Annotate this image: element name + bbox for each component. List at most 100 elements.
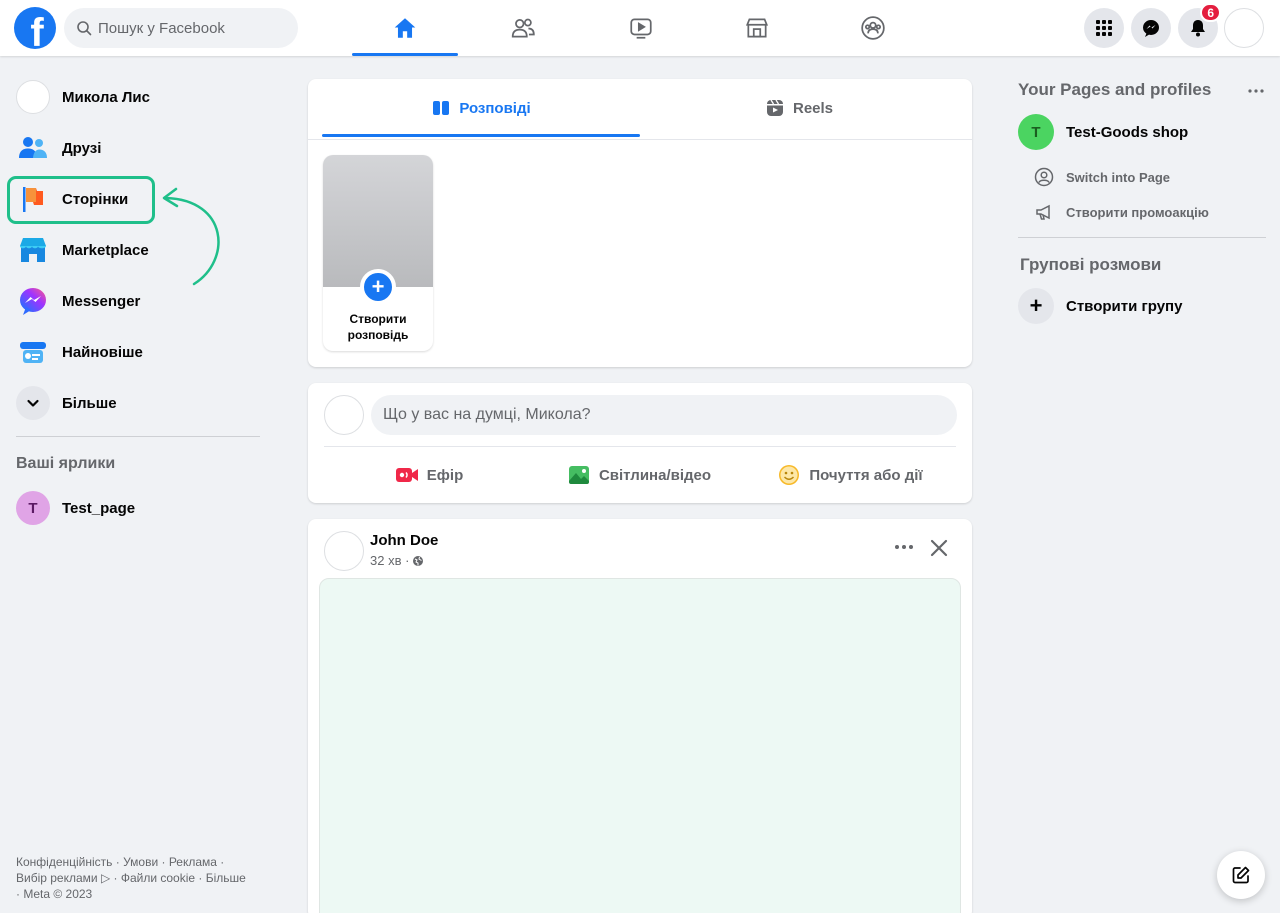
composer-input[interactable] xyxy=(371,395,957,435)
marketplace-icon xyxy=(745,18,769,38)
home-icon xyxy=(394,18,416,38)
reels-icon xyxy=(766,99,783,116)
friends-icon xyxy=(16,131,50,165)
pages-more-button[interactable] xyxy=(1248,80,1270,96)
sidebar-item-feeds[interactable]: Найновіше xyxy=(8,329,270,375)
tab-reels[interactable]: Reels xyxy=(640,79,958,137)
footer-links: Конфіденційність · Умови · Реклама · Виб… xyxy=(16,854,266,902)
search-input[interactable] xyxy=(98,19,288,37)
menu-button[interactable] xyxy=(1084,8,1124,48)
notification-badge: 6 xyxy=(1200,3,1221,22)
more-horizontal-icon xyxy=(895,545,913,549)
create-promotion-button[interactable]: Створити промоакцію xyxy=(1034,202,1209,222)
stories-card: Розповіді Reels + Створити розповідь xyxy=(308,79,972,367)
composer-divider xyxy=(324,446,956,447)
switch-into-page-button[interactable]: Switch into Page xyxy=(1034,167,1170,187)
sidebar-item-messenger[interactable]: Messenger xyxy=(8,278,270,324)
profile-avatar xyxy=(16,80,50,114)
smiley-icon xyxy=(779,465,800,485)
sidebar-item-label: Микола Лис xyxy=(62,88,150,106)
pages-profiles-title: Your Pages and profiles xyxy=(1018,80,1212,99)
live-video-button[interactable]: Ефір xyxy=(324,457,534,493)
live-video-label: Ефір xyxy=(426,466,464,484)
notifications-button[interactable]: 6 xyxy=(1178,3,1221,48)
footer-line[interactable]: Конфіденційність · Умови · Реклама · xyxy=(16,854,266,870)
active-tab-indicator xyxy=(322,134,640,137)
page-avatar: T xyxy=(1018,114,1054,150)
book-icon xyxy=(433,101,450,115)
story-preview xyxy=(323,155,433,287)
footer-line: · Meta © 2023 xyxy=(16,887,93,901)
live-video-icon xyxy=(395,468,418,482)
sidebar-item-profile[interactable]: Микола Лис xyxy=(8,74,270,120)
post-time[interactable]: 32 хв · xyxy=(370,553,409,568)
sidebar-item-more[interactable]: Більше xyxy=(8,380,270,426)
search-box[interactable] xyxy=(64,8,298,48)
facebook-logo-letter: f xyxy=(30,11,44,49)
create-story-label: Створити розповідь xyxy=(347,312,409,342)
tab-stories[interactable]: Розповіді xyxy=(322,79,640,137)
left-sidebar: Микола Лис Друзі Сторінки Marketplace Me… xyxy=(0,56,280,913)
post-more-button[interactable] xyxy=(890,537,918,557)
nav-tab-watch[interactable] xyxy=(588,0,694,56)
post-close-button[interactable] xyxy=(926,535,952,561)
sidebar-item-label: Друзі xyxy=(62,139,102,157)
feeds-icon xyxy=(16,335,50,369)
feed-post: John Doe 32 хв · xyxy=(308,519,972,913)
sidebar-divider xyxy=(16,436,260,437)
right-divider xyxy=(1018,237,1266,238)
watch-icon xyxy=(630,18,652,39)
chevron-down-icon xyxy=(16,386,50,420)
sidebar-item-marketplace[interactable]: Marketplace xyxy=(8,227,270,273)
photo-video-button[interactable]: Світлина/відео xyxy=(534,457,744,493)
plus-icon: + xyxy=(1018,288,1054,324)
post-content[interactable] xyxy=(319,578,961,913)
shortcut-item[interactable]: T Test_page xyxy=(8,485,270,531)
create-group-button[interactable]: + Створити групу xyxy=(1018,288,1182,324)
photo-icon xyxy=(568,466,589,484)
photo-video-label: Світлина/відео xyxy=(598,466,712,484)
nav-tab-groups[interactable] xyxy=(820,0,926,56)
plus-icon: + xyxy=(360,269,396,305)
post-meta: 32 хв · xyxy=(370,553,424,568)
page-item[interactable]: T Test-Goods shop xyxy=(1018,114,1188,150)
pages-highlight-frame xyxy=(7,176,155,224)
globe-icon xyxy=(413,555,424,566)
group-chats-title: Групові розмови xyxy=(1020,255,1162,274)
create-group-label: Створити групу xyxy=(1066,297,1183,315)
right-sidebar: Your Pages and profiles T Test-Goods sho… xyxy=(1004,56,1280,913)
nav-tab-marketplace[interactable] xyxy=(704,0,810,56)
facebook-logo[interactable]: f xyxy=(14,7,56,49)
messenger-icon xyxy=(1143,20,1159,37)
annotation-arrow-icon xyxy=(162,187,220,286)
search-icon xyxy=(77,21,92,36)
top-navigation-bar: f 6 xyxy=(0,0,1280,56)
tab-reels-label: Reels xyxy=(792,99,834,117)
create-story-card[interactable]: + Створити розповідь xyxy=(323,155,433,351)
post-author-avatar[interactable] xyxy=(324,531,364,571)
sidebar-item-label: Більше xyxy=(62,394,117,412)
feeling-activity-button[interactable]: Почуття або дії xyxy=(744,457,956,493)
footer-line[interactable]: Вибір реклами ▷ · Файли cookie · Більше xyxy=(16,870,266,886)
sidebar-item-friends[interactable]: Друзі xyxy=(8,125,270,171)
shortcuts-title: Ваші ярлики xyxy=(16,455,116,472)
sidebar-item-label: Найновіше xyxy=(62,343,143,361)
close-icon xyxy=(930,539,948,557)
compose-icon xyxy=(1232,866,1250,884)
sidebar-item-label: Messenger xyxy=(62,292,141,310)
composer-avatar[interactable] xyxy=(324,395,364,435)
shortcut-label: Test_page xyxy=(62,499,136,517)
groups-icon xyxy=(861,16,885,40)
messenger-button[interactable] xyxy=(1131,8,1171,48)
post-author-name[interactable]: John Doe xyxy=(370,532,438,549)
switch-into-page-label: Switch into Page xyxy=(1066,169,1171,185)
new-message-button[interactable] xyxy=(1217,851,1265,899)
account-avatar[interactable] xyxy=(1224,8,1264,48)
grid-menu-icon xyxy=(1096,20,1112,36)
nav-tab-friends[interactable] xyxy=(470,0,576,56)
megaphone-icon xyxy=(1036,204,1050,220)
nav-tab-home[interactable] xyxy=(352,0,458,56)
switch-profile-icon xyxy=(1034,167,1054,187)
sidebar-item-label: Marketplace xyxy=(62,241,149,259)
more-horizontal-icon xyxy=(1248,89,1264,93)
